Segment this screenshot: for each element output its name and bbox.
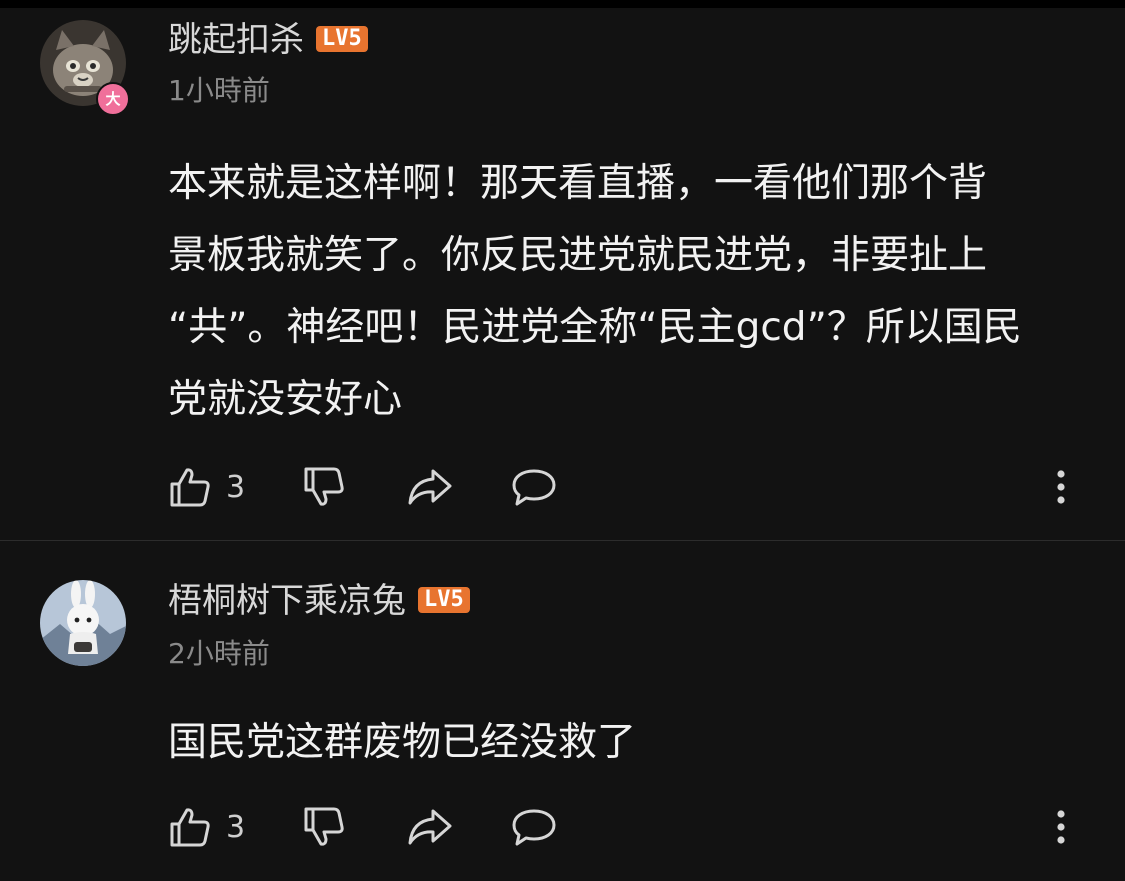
level-badge: LV5 [418, 586, 470, 613]
username[interactable]: 跳起扣杀 LV5 [168, 20, 368, 60]
comment-icon [512, 809, 556, 846]
share-button[interactable] [406, 803, 454, 851]
dislike-button[interactable] [302, 803, 346, 851]
comment-item: 梧桐树下乘凉兔 LV5 2小時前 国民党这群废物已经没救了 3 [0, 541, 1125, 881]
comment-text-line: “共”。神经吧！民进党全称“民主gcd”？所以国民 [168, 305, 1022, 350]
comment-actions: 3 [168, 463, 1088, 511]
level-badge: LV5 [316, 25, 368, 52]
like-button[interactable]: 3 [168, 803, 245, 851]
like-count: 3 [226, 809, 246, 845]
comment-text-line: 党就没安好心 [168, 377, 403, 422]
timestamp: 1小時前 [168, 74, 270, 107]
avatar[interactable] [40, 580, 126, 666]
thumbs-up-icon [170, 808, 210, 847]
more-options-button[interactable] [1053, 463, 1069, 511]
username[interactable]: 梧桐树下乘凉兔 LV5 [168, 581, 470, 621]
reply-button[interactable] [510, 803, 558, 851]
dislike-button[interactable] [302, 463, 346, 511]
comment-text-line: 本来就是这样啊！那天看直播，一看他们那个背 [168, 161, 988, 206]
more-vertical-icon [1057, 470, 1065, 504]
comment-text-line: 景板我就笑了。你反民进党就民进党，非要扯上 [168, 233, 988, 278]
username-text[interactable]: 跳起扣杀 [168, 20, 304, 60]
username-text[interactable]: 梧桐树下乘凉兔 [168, 581, 406, 621]
comment-text: 本来就是这样啊！那天看直播，一看他们那个背 景板我就笑了。你反民进党就民进党，非… [168, 148, 1088, 436]
thumbs-down-icon [304, 467, 344, 506]
avatar-badge: 大 [96, 82, 130, 116]
thumbs-up-icon [170, 468, 210, 507]
comment-actions: 3 [168, 803, 1088, 851]
like-button[interactable]: 3 [168, 463, 245, 511]
comment-text-line: 国民党这群废物已经没救了 [168, 720, 637, 765]
comment-text: 国民党这群废物已经没救了 [168, 707, 1088, 779]
comment-icon [512, 469, 556, 506]
like-count: 3 [226, 469, 246, 505]
comment-item: 大 跳起扣杀 LV5 1小時前 本来就是这样啊！那天看直播，一看他们那个背 景板我… [0, 8, 1125, 540]
bunny-avatar-image [40, 580, 126, 666]
thumbs-down-icon [304, 807, 344, 846]
more-options-button[interactable] [1053, 803, 1069, 851]
timestamp: 2小時前 [168, 637, 270, 670]
share-icon [408, 469, 452, 505]
reply-button[interactable] [510, 463, 558, 511]
share-button[interactable] [406, 463, 454, 511]
share-icon [408, 809, 452, 845]
more-vertical-icon [1057, 810, 1065, 844]
top-edge-bar [0, 0, 1125, 8]
